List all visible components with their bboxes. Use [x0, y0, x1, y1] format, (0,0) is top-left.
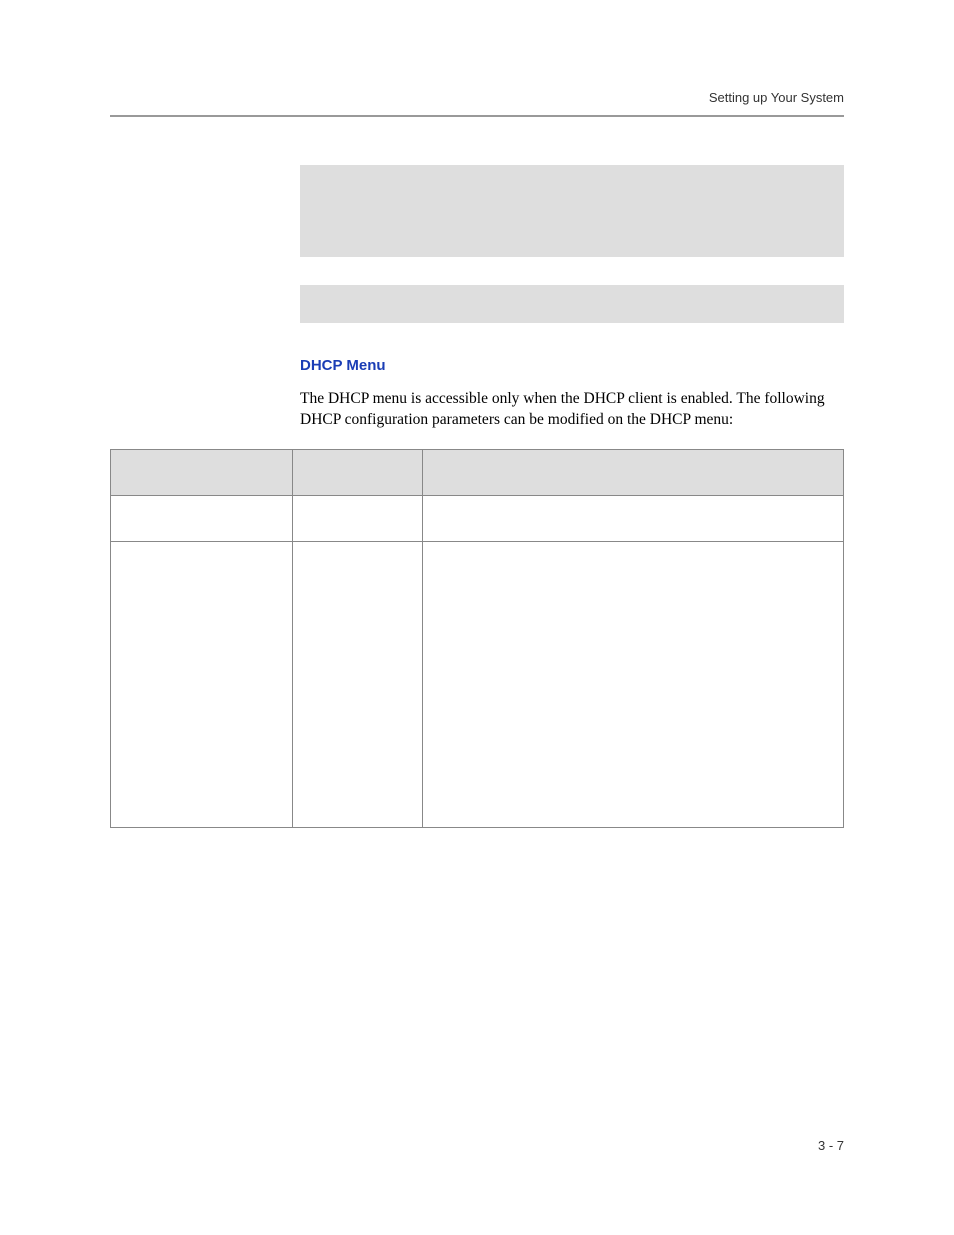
table-cell: [423, 541, 844, 827]
header-rule: [110, 115, 844, 117]
gray-block-lower: [300, 285, 844, 323]
page-number: 3 - 7: [818, 1138, 844, 1153]
section-title: DHCP Menu: [300, 357, 844, 374]
table-row: [111, 495, 844, 541]
table-header-cell: [293, 449, 423, 495]
table-cell: [293, 541, 423, 827]
gray-block-upper: [300, 165, 844, 257]
table-header-cell: [423, 449, 844, 495]
section-paragraph: The DHCP menu is accessible only when th…: [300, 388, 844, 431]
table-row: [111, 541, 844, 827]
running-head: Setting up Your System: [110, 90, 844, 105]
dhcp-params-table: [110, 449, 844, 828]
table-header-cell: [111, 449, 293, 495]
table-header-row: [111, 449, 844, 495]
table-cell: [111, 495, 293, 541]
table-cell: [423, 495, 844, 541]
table-cell: [111, 541, 293, 827]
table-cell: [293, 495, 423, 541]
